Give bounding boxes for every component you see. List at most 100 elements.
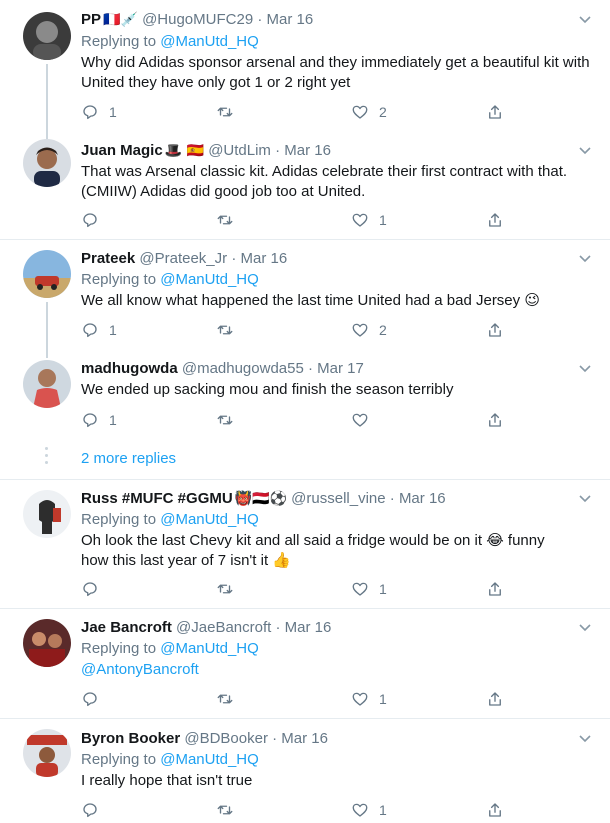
user-handle[interactable]: @Prateek_Jr [139,250,227,267]
avatar[interactable] [23,619,71,667]
like-button[interactable] [351,410,379,430]
tweet-date[interactable]: Mar 17 [317,360,364,377]
chevron-down-icon[interactable] [578,254,592,264]
retweet-icon [217,215,233,225]
reply-button[interactable] [81,800,109,820]
tweet-text: That was Arsenal classic kit. Adidas cel… [81,163,568,200]
user-handle[interactable]: @madhugowda55 [182,360,304,377]
reply-button[interactable] [81,579,109,599]
tweet-date[interactable]: Mar 16 [281,730,328,747]
tweet[interactable]: PP 🇫🇷💉 @HugoMUFC29 · Mar 16 Replying to @… [0,0,610,139]
tweet-date[interactable]: Mar 16 [285,619,332,636]
retweet-button[interactable] [216,320,244,340]
tweet[interactable]: madhugowda @madhugowda55 · Mar 17 We end… [0,351,610,480]
like-button[interactable]: 1 [351,800,387,820]
tweet-header: madhugowda @madhugowda55 · Mar 17 [81,359,364,379]
separator-dot: · [275,142,281,159]
retweet-button[interactable] [216,410,244,430]
chevron-down-icon[interactable] [578,734,592,744]
display-name[interactable]: Jae Bancroft [81,619,172,636]
tweet-text: I really hope that isn't true [81,772,253,789]
chevron-down-icon[interactable] [578,364,592,374]
tweet[interactable]: Jae Bancroft @JaeBancroft · Mar 16 Reply… [0,609,610,719]
share-icon [489,803,501,817]
reply-count: 1 [109,322,117,338]
like-button[interactable]: 2 [351,102,387,122]
display-name[interactable]: Prateek [81,250,135,267]
tweet-header: Prateek @Prateek_Jr · Mar 16 [81,249,287,269]
like-button[interactable]: 1 [351,579,387,599]
show-more-replies-link[interactable]: 2 more replies [81,450,176,467]
like-button[interactable]: 1 [351,689,387,709]
share-button[interactable] [486,800,504,820]
reply-button[interactable]: 1 [81,102,117,122]
tweet-date[interactable]: Mar 16 [241,250,288,267]
name-emoji: 👹🇾🇪⚽ [234,491,287,507]
retweet-button[interactable] [216,689,244,709]
share-icon [489,692,501,706]
tweet-date[interactable]: Mar 16 [399,490,446,507]
tweet[interactable]: Prateek @Prateek_Jr · Mar 16 Replying to… [0,240,610,358]
tweet[interactable]: Byron Booker @BDBooker · Mar 16 Replying… [0,719,610,823]
reply-icon [83,692,97,707]
user-handle[interactable]: @JaeBancroft [176,619,271,636]
avatar[interactable] [23,360,71,408]
reply-button[interactable]: 1 [81,320,117,340]
replying-to-link[interactable]: @ManUtd_HQ [160,271,259,288]
chevron-down-icon[interactable] [578,146,592,156]
display-name[interactable]: Russ #MUFC #GGMU [81,490,233,507]
replying-to-link[interactable]: @ManUtd_HQ [160,640,259,657]
display-name[interactable]: PP [81,11,101,28]
user-handle[interactable]: @UtdLim [208,142,271,159]
reply-count: 1 [109,412,117,428]
like-button[interactable]: 1 [351,210,387,230]
like-button[interactable]: 2 [351,320,387,340]
share-button[interactable] [486,102,504,122]
reply-button[interactable] [81,210,109,230]
avatar[interactable] [23,250,71,298]
like-count: 1 [379,802,387,818]
share-icon [489,213,501,227]
user-handle[interactable]: @russell_vine [291,490,385,507]
share-icon [489,105,501,119]
retweet-icon [217,694,233,704]
retweet-button[interactable] [216,102,244,122]
user-handle[interactable]: @BDBooker [184,730,268,747]
tweet-actions: 1 [81,210,601,230]
tweet-text: @AntonyBancroft [81,660,601,680]
replying-to-link[interactable]: @ManUtd_HQ [160,511,259,528]
tweet-date[interactable]: Mar 16 [267,11,314,28]
share-button[interactable] [486,210,504,230]
chevron-down-icon[interactable] [578,623,592,633]
share-button[interactable] [486,320,504,340]
share-button[interactable] [486,579,504,599]
share-button[interactable] [486,689,504,709]
tweet-date[interactable]: Mar 16 [284,142,331,159]
tweet[interactable]: Russ #MUFC #GGMU 👹🇾🇪⚽ @russell_vine · Mar… [0,480,610,609]
tweet-actions: 1 [81,800,601,820]
tweet[interactable]: Juan Magic 🎩 🇪🇸 @UtdLim · Mar 16 That was… [0,133,610,240]
reply-button[interactable] [81,689,109,709]
display-name[interactable]: Byron Booker [81,730,180,747]
chevron-down-icon[interactable] [578,494,592,504]
replying-to-link[interactable]: @ManUtd_HQ [160,751,259,768]
user-handle[interactable]: @HugoMUFC29 [142,11,253,28]
share-button[interactable] [486,410,504,430]
display-name[interactable]: madhugowda [81,360,178,377]
display-name[interactable]: Juan Magic [81,142,163,159]
retweet-button[interactable] [216,210,244,230]
chevron-down-icon[interactable] [578,15,592,25]
avatar[interactable] [23,490,71,538]
replying-to-link[interactable]: @ManUtd_HQ [160,33,259,50]
avatar[interactable] [23,139,71,187]
avatar[interactable] [23,729,71,777]
heart-icon [352,413,368,427]
mention-link[interactable]: @AntonyBancroft [81,661,199,678]
like-count: 2 [379,104,387,120]
heart-icon [352,105,368,119]
retweet-button[interactable] [216,579,244,599]
avatar[interactable] [23,12,71,60]
reply-button[interactable]: 1 [81,410,117,430]
retweet-button[interactable] [216,800,244,820]
heart-icon [352,323,368,337]
